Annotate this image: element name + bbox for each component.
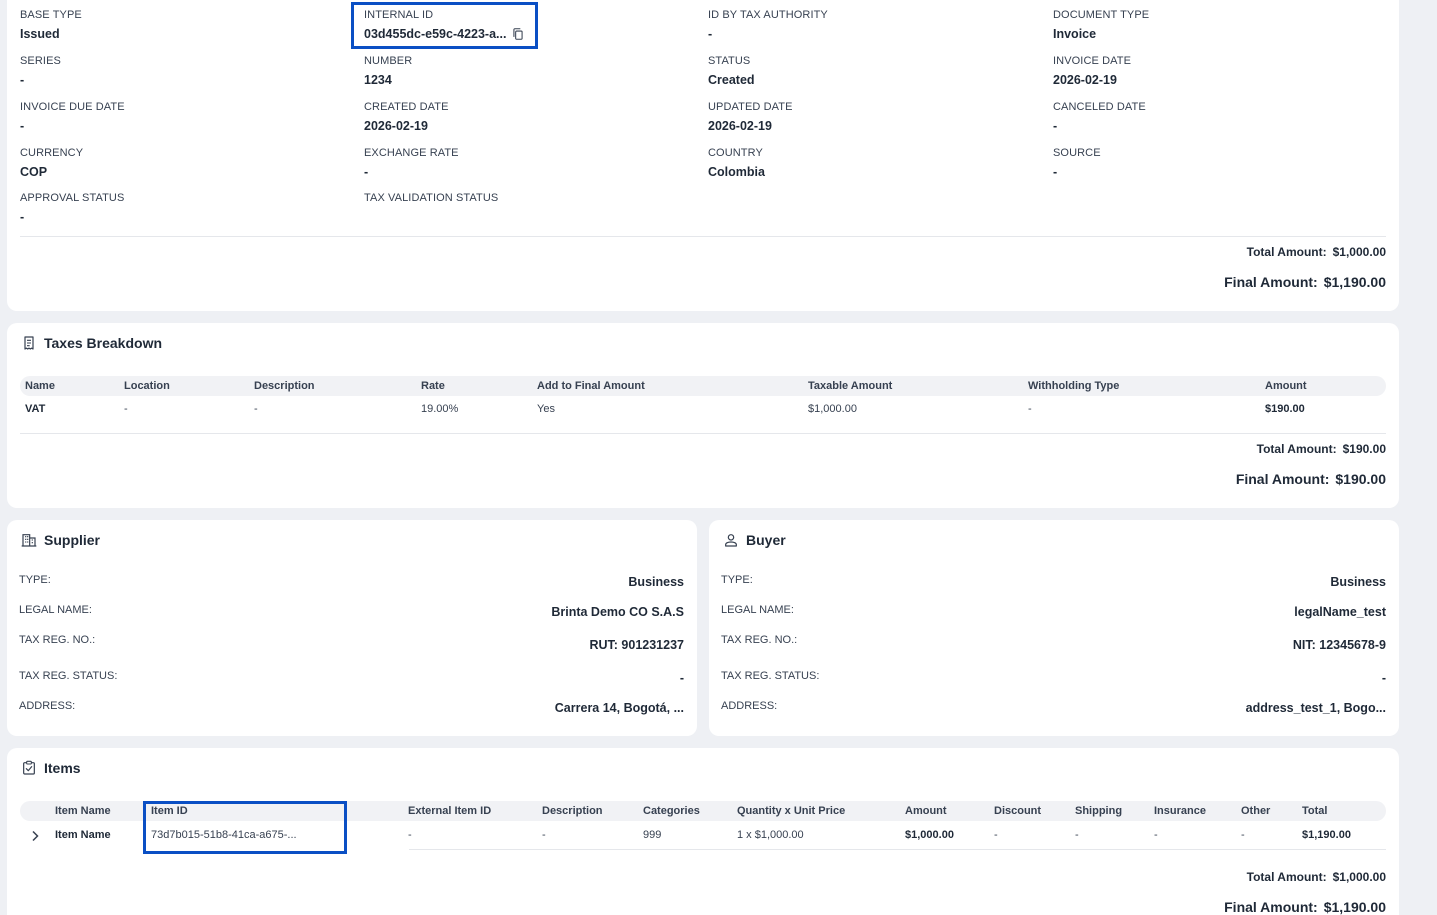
items-card: Items Item Name Item ID External Item ID… — [7, 748, 1399, 915]
supplier-tax-reg-no-value: RUT: 901231237 — [589, 638, 684, 652]
divider — [409, 849, 1386, 850]
buyer-tax-reg-no-label: TAX REG. NO.: — [721, 634, 798, 646]
supplier-tax-reg-no-label: TAX REG. NO.: — [19, 634, 96, 646]
col-total: Total — [1302, 805, 1328, 817]
supplier-title: Supplier — [21, 532, 100, 548]
details-total-amount: Total Amount: $1,000.00 — [1246, 245, 1386, 259]
col-add-to-final-amount: Add to Final Amount — [537, 380, 645, 392]
buyer-title: Buyer — [723, 532, 786, 548]
field-country: COUNTRY Colombia — [708, 147, 765, 179]
taxes-total-amount: Total Amount: $190.00 — [1256, 442, 1386, 456]
supplier-type-label: TYPE: — [19, 574, 51, 586]
col-categories: Categories — [643, 805, 700, 817]
col-name: Name — [25, 380, 55, 392]
buyer-tax-reg-no-value: NIT: 12345678-9 — [1292, 638, 1386, 652]
col-description: Description — [542, 805, 603, 817]
col-discount: Discount — [994, 805, 1042, 817]
invoice-details-card: BASE TYPE Issued INTERNAL ID 03d455dc-e5… — [7, 0, 1399, 311]
taxes-breakdown-title: Taxes Breakdown — [21, 335, 162, 351]
supplier-legal-name-label: LEGAL NAME: — [19, 604, 92, 616]
col-shipping: Shipping — [1075, 805, 1123, 817]
field-number: NUMBER 1234 — [364, 55, 413, 87]
divider — [20, 433, 1386, 434]
field-series: SERIES - — [20, 55, 61, 87]
col-amount: Amount — [1265, 380, 1307, 392]
col-external-item-id: External Item ID — [408, 805, 492, 817]
supplier-legal-name-value: Brinta Demo CO S.A.S — [551, 605, 684, 619]
col-taxable-amount: Taxable Amount — [808, 380, 893, 392]
field-updated-date: UPDATED DATE 2026-02-19 — [708, 101, 793, 133]
field-tax-validation-status: TAX VALIDATION STATUS — [364, 192, 499, 204]
col-other: Other — [1241, 805, 1271, 817]
building-icon — [21, 534, 37, 547]
field-created-date: CREATED DATE 2026-02-19 — [364, 101, 449, 133]
field-source: SOURCE - — [1053, 147, 1101, 179]
chevron-right-icon[interactable] — [30, 830, 40, 842]
col-withholding-type: Withholding Type — [1028, 380, 1120, 392]
buyer-type-value: Business — [1330, 575, 1386, 589]
field-currency: CURRENCY COP — [20, 147, 84, 179]
items-table-header: Item Name Item ID External Item ID Descr… — [20, 801, 1386, 821]
details-final-amount: Final Amount: $1,190.00 — [1224, 274, 1386, 290]
supplier-tax-reg-status-value: - — [679, 671, 684, 685]
col-location: Location — [124, 380, 170, 392]
taxes-breakdown-card: Taxes Breakdown Name Location Descriptio… — [7, 323, 1399, 508]
field-id-by-tax-authority: ID BY TAX AUTHORITY - — [708, 9, 828, 41]
col-item-id: Item ID — [151, 805, 188, 817]
buyer-address-label: ADDRESS: — [721, 700, 778, 712]
buyer-tax-reg-status-value: - — [1381, 671, 1386, 685]
items-title: Items — [21, 760, 81, 776]
items-final-amount: Final Amount: $1,190.00 — [1224, 899, 1386, 915]
col-item-name: Item Name — [55, 805, 111, 817]
clipboard-check-icon — [23, 760, 35, 775]
buyer-tax-reg-status-label: TAX REG. STATUS: — [721, 670, 820, 682]
field-exchange-rate: EXCHANGE RATE - — [364, 147, 459, 179]
taxes-table-header: Name Location Description Rate Add to Fi… — [20, 376, 1386, 396]
buyer-card: Buyer TYPE: Business LEGAL NAME: legalNa… — [709, 520, 1399, 736]
buyer-legal-name-value: legalName_test — [1294, 605, 1386, 619]
buyer-type-label: TYPE: — [721, 574, 753, 586]
field-invoice-due-date: INVOICE DUE DATE - — [20, 101, 125, 133]
col-insurance: Insurance — [1154, 805, 1206, 817]
col-rate: Rate — [421, 380, 445, 392]
field-document-type: DOCUMENT TYPE Invoice — [1053, 9, 1150, 41]
person-icon — [725, 534, 737, 547]
items-total-amount: Total Amount: $1,000.00 — [1246, 870, 1386, 884]
field-approval-status: APPROVAL STATUS - — [20, 192, 125, 224]
receipt-icon — [24, 336, 34, 350]
supplier-address-label: ADDRESS: — [19, 700, 76, 712]
field-base-type: BASE TYPE Issued — [20, 9, 82, 41]
buyer-address-value: address_test_1, Bogo... — [1245, 701, 1386, 715]
buyer-legal-name-label: LEGAL NAME: — [721, 604, 794, 616]
field-internal-id: INTERNAL ID 03d455dc-e59c-4223-a... — [364, 9, 507, 41]
col-quantity-unit-price: Quantity x Unit Price — [737, 805, 846, 817]
col-description: Description — [254, 380, 315, 392]
field-status: STATUS Created — [708, 55, 755, 87]
divider — [20, 236, 1386, 237]
field-invoice-date: INVOICE DATE 2026-02-19 — [1053, 55, 1132, 87]
col-amount: Amount — [905, 805, 947, 817]
copy-icon[interactable] — [511, 27, 525, 41]
field-canceled-date: CANCELED DATE - — [1053, 101, 1146, 133]
taxes-final-amount: Final Amount: $190.00 — [1235, 471, 1386, 487]
supplier-address-value: Carrera 14, Bogotá, ... — [554, 701, 684, 715]
supplier-card: Supplier TYPE: Business LEGAL NAME: Brin… — [7, 520, 697, 736]
supplier-type-value: Business — [628, 575, 684, 589]
supplier-tax-reg-status-label: TAX REG. STATUS: — [19, 670, 118, 682]
